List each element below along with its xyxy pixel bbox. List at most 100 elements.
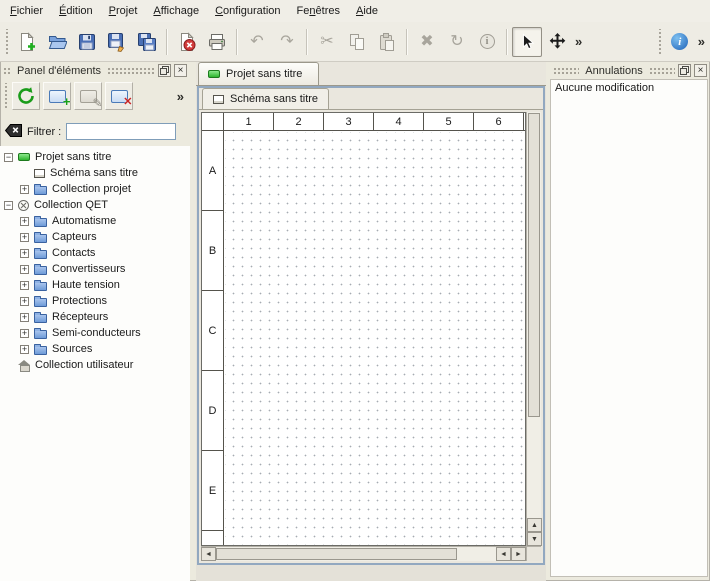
move-tool-button[interactable]: [542, 27, 572, 57]
expand-icon[interactable]: +: [20, 281, 29, 290]
toolbar-separator: [166, 29, 168, 55]
dock-drag-handle[interactable]: [649, 67, 675, 75]
toolbar-drag-handle[interactable]: [657, 29, 663, 55]
undo-dock-titlebar[interactable]: Annulations ×: [550, 62, 710, 79]
undo-icon: ↶: [250, 34, 263, 50]
expand-icon[interactable]: +: [20, 265, 29, 274]
paste-button[interactable]: [372, 27, 402, 57]
undo-button[interactable]: ↶: [242, 27, 272, 57]
toolbar-drag-handle[interactable]: [4, 29, 10, 55]
scroll-right-button[interactable]: ►: [511, 547, 526, 561]
menu-edition[interactable]: Édition: [51, 0, 101, 22]
tree-item-schema-sans-titre[interactable]: Schéma sans titre: [0, 165, 190, 181]
tree-item-collection-utilisateur[interactable]: Collection utilisateur: [0, 357, 190, 373]
tree-item-projet-sans-titre[interactable]: − Projet sans titre: [0, 149, 190, 165]
expand-icon[interactable]: +: [20, 185, 29, 194]
vertical-scrollbar[interactable]: ▲ ▼: [526, 112, 541, 546]
diagram-canvas[interactable]: 1 2 3 4 5 6 A B C D E: [201, 112, 526, 546]
toolbar-overflow-button[interactable]: »: [174, 89, 187, 104]
expand-icon[interactable]: +: [20, 329, 29, 338]
dock-float-button[interactable]: [678, 64, 691, 77]
print-button[interactable]: [202, 27, 232, 57]
printer-icon: [207, 32, 227, 52]
tree-item-label: Projet sans titre: [35, 151, 111, 163]
dock-drag-handle[interactable]: [107, 67, 155, 75]
undo-list-item[interactable]: Aucune modification: [551, 80, 707, 96]
scroll-up-button[interactable]: ▲: [527, 518, 542, 532]
dock-close-button[interactable]: ×: [174, 64, 187, 77]
tree-item-collection-projet[interactable]: + Collection projet: [0, 181, 190, 197]
column-header: 3: [324, 113, 374, 130]
project-tab[interactable]: Projet sans titre: [198, 62, 319, 85]
element-box-icon: +: [49, 90, 66, 103]
dock-drag-handle[interactable]: [3, 67, 11, 75]
tree-item-semi-conducteurs[interactable]: + Semi-conducteurs: [0, 325, 190, 341]
dock-close-button[interactable]: ×: [694, 64, 707, 77]
rotate-icon: ↻: [450, 34, 463, 50]
menu-fichier[interactable]: Fichier: [2, 0, 51, 22]
tree-item-convertisseurs[interactable]: + Convertisseurs: [0, 261, 190, 277]
redo-button[interactable]: ↷: [272, 27, 302, 57]
menu-aide[interactable]: Aide: [348, 0, 386, 22]
vertical-scrollbar-buttons: ▲ ▼: [527, 518, 541, 546]
tree-item-recepteurs[interactable]: + Récepteurs: [0, 309, 190, 325]
copy-button[interactable]: [342, 27, 372, 57]
tree-item-protections[interactable]: + Protections: [0, 293, 190, 309]
new-element-button[interactable]: +: [43, 82, 71, 110]
expand-icon[interactable]: +: [20, 233, 29, 242]
tree-item-contacts[interactable]: + Contacts: [0, 245, 190, 261]
tree-item-sources[interactable]: + Sources: [0, 341, 190, 357]
home-icon: [18, 360, 30, 371]
toolbar-overflow-button[interactable]: »: [695, 34, 708, 49]
dock-float-button[interactable]: [158, 64, 171, 77]
select-tool-button[interactable]: [512, 27, 542, 57]
scroll-left-button[interactable]: ◄: [496, 547, 511, 561]
diagram-tab[interactable]: Schéma sans titre: [202, 88, 329, 109]
reload-collections-button[interactable]: [12, 82, 40, 110]
horizontal-scrollbar[interactable]: ◄ ◄ ►: [201, 546, 526, 561]
dock-drag-handle[interactable]: [553, 67, 579, 75]
expand-icon[interactable]: +: [20, 345, 29, 354]
close-file-button[interactable]: [172, 27, 202, 57]
edit-element-button[interactable]: ✎: [74, 82, 102, 110]
elements-panel-titlebar[interactable]: Panel d'éléments ×: [0, 62, 190, 79]
vertical-scrollbar-thumb[interactable]: [528, 113, 540, 417]
tree-item-capteurs[interactable]: + Capteurs: [0, 229, 190, 245]
rotate-button[interactable]: ↻: [442, 27, 472, 57]
info-button[interactable]: i: [472, 27, 502, 57]
clear-filter-button[interactable]: [5, 124, 22, 140]
cut-button[interactable]: ✂: [312, 27, 342, 57]
tree-item-collection-qet[interactable]: − Collection QET: [0, 197, 190, 213]
toolbar-overflow-button[interactable]: »: [572, 34, 585, 49]
scroll-down-button[interactable]: ▼: [527, 532, 542, 546]
menu-projet[interactable]: Projet: [101, 0, 146, 22]
save-all-button[interactable]: [132, 27, 162, 57]
horizontal-scrollbar-thumb[interactable]: [216, 548, 457, 560]
scroll-left-button[interactable]: ◄: [201, 547, 216, 561]
move-arrows-icon: [548, 32, 567, 51]
expand-icon[interactable]: +: [20, 313, 29, 322]
menu-affichage[interactable]: Affichage: [145, 0, 207, 22]
new-file-button[interactable]: [12, 27, 42, 57]
save-as-button[interactable]: [102, 27, 132, 57]
expand-icon[interactable]: +: [20, 297, 29, 306]
expand-icon[interactable]: +: [20, 217, 29, 226]
collapse-icon[interactable]: −: [4, 201, 13, 210]
tree-item-haute-tension[interactable]: + Haute tension: [0, 277, 190, 293]
delete-button[interactable]: ✖: [412, 27, 442, 57]
open-file-button[interactable]: [42, 27, 72, 57]
column-header: 2: [274, 113, 324, 130]
delete-element-button[interactable]: ✕: [105, 82, 133, 110]
expand-icon[interactable]: +: [20, 249, 29, 258]
elements-panel-toolbar: + ✎ ✕ »: [0, 79, 190, 113]
collapse-icon[interactable]: −: [4, 153, 13, 162]
menu-configuration[interactable]: Configuration: [207, 0, 288, 22]
save-button[interactable]: [72, 27, 102, 57]
drawing-grid[interactable]: [225, 132, 525, 545]
filter-input[interactable]: [66, 123, 176, 140]
menu-fenetres[interactable]: Fenêtres: [289, 0, 348, 22]
toolbar-drag-handle[interactable]: [3, 83, 9, 109]
horizontal-scrollbar-track[interactable]: [216, 547, 496, 561]
help-button[interactable]: i: [665, 27, 695, 57]
tree-item-automatisme[interactable]: + Automatisme: [0, 213, 190, 229]
